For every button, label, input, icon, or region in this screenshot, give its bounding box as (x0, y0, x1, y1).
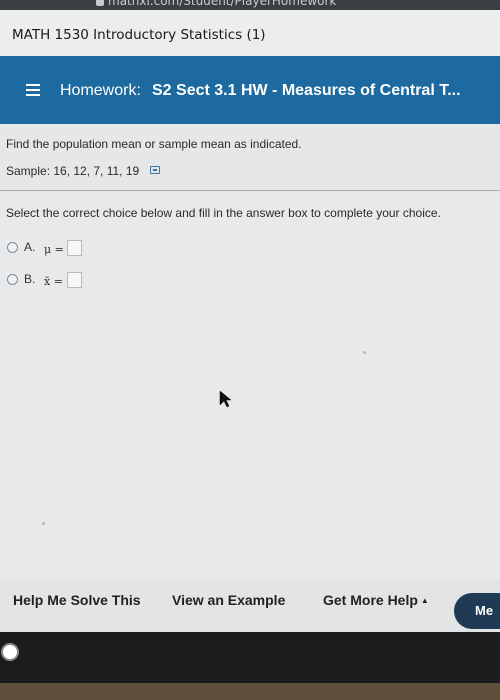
choice-b-answer-input[interactable] (67, 272, 82, 288)
mouse-cursor-icon (219, 390, 232, 408)
start-circle-icon[interactable] (3, 645, 17, 659)
choice-a-letter: A. (24, 240, 36, 254)
help-me-solve-button[interactable]: Help Me Solve This (13, 592, 141, 608)
help-toolbar: Help Me Solve This View an Example Get M… (0, 580, 500, 632)
more-button[interactable]: Me (454, 593, 500, 629)
sample-data: Sample: 16, 12, 7, 11, 19 (6, 164, 140, 178)
get-more-help-button[interactable]: Get More Help ▲ (323, 592, 429, 608)
choice-b-letter: B. (24, 272, 36, 286)
homework-header: Homework: S2 Sect 3.1 HW - Measures of C… (0, 56, 500, 124)
view-example-button[interactable]: View an Example (172, 592, 285, 608)
choice-b-symbol: x̄ = (44, 275, 63, 288)
choice-a-symbol: μ = (44, 243, 64, 256)
choice-a-answer-input[interactable] (67, 240, 82, 256)
choice-b-radio[interactable] (7, 274, 18, 285)
lock-icon (96, 0, 104, 6)
copy-data-icon[interactable] (150, 166, 160, 174)
course-bar: MATH 1530 Introductory Statistics (1) (0, 10, 500, 56)
speck (42, 522, 45, 525)
problem-statement: Find the population mean or sample mean … (0, 124, 500, 191)
browser-url-bar[interactable]: mathxl.com/Student/PlayerHomework (0, 0, 500, 10)
hamburger-menu-icon[interactable] (26, 84, 40, 96)
course-title[interactable]: MATH 1530 Introductory Statistics (1) (12, 27, 266, 43)
problem-prompt: Find the population mean or sample mean … (6, 137, 302, 151)
caret-up-icon: ▲ (420, 596, 429, 605)
instruction-text: Select the correct choice below and fill… (6, 206, 441, 220)
choice-a-radio[interactable] (7, 242, 18, 253)
url-text[interactable]: mathxl.com/Student/PlayerHomework (108, 0, 336, 8)
get-more-help-label: Get More Help (323, 592, 418, 608)
homework-title: S2 Sect 3.1 HW - Measures of Central T..… (152, 82, 461, 99)
homework-label: Homework: (60, 82, 141, 99)
screen-bezel (0, 683, 500, 700)
question-area: Find the population mean or sample mean … (0, 124, 500, 580)
speck (363, 351, 366, 354)
